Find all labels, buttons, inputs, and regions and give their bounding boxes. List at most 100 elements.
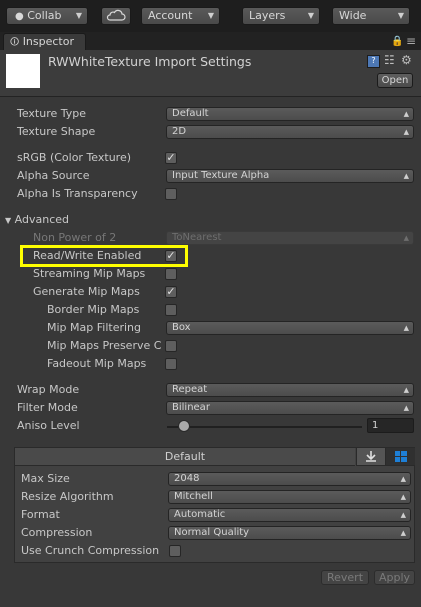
chevron-down-icon: ▼ [397,11,404,20]
tab-default-platform[interactable]: Default [15,448,355,466]
chevron-down-icon: ▼ [207,11,214,20]
updown-arrow-icon: ▲ [403,404,409,412]
advanced-foldout[interactable]: ▼ Advanced [5,213,69,226]
updown-arrow-icon: ▲ [403,324,409,332]
streaming-mip-label: Streaming Mip Maps [33,267,146,280]
page-title: RWWhiteTexture Import Settings [48,54,252,69]
cloud-icon [106,9,126,21]
collab-button[interactable]: ● Collab ▼ [6,7,88,25]
border-mip-label: Border Mip Maps [47,303,140,316]
compression-value: Normal Quality [174,527,250,538]
alpha-source-select[interactable]: Input Texture Alpha ▲ [166,169,414,183]
format-label: Format [21,508,60,521]
checkmark-icon: ✓ [166,285,176,298]
updown-arrow-icon: ▲ [403,110,409,118]
non-power-of-2-label: Non Power of 2 [33,231,117,244]
fadeout-mip-checkbox[interactable] [165,358,177,370]
non-power-of-2-value: ToNearest [172,232,222,243]
texture-shape-label: Texture Shape [17,125,96,138]
read-write-label: Read/Write Enabled [33,249,142,262]
layout-dropdown[interactable]: Wide ▼ [332,7,410,25]
apply-button[interactable]: Apply [374,570,415,585]
srgb-label: sRGB (Color Texture) [17,151,132,164]
chevron-down-icon: ▼ [75,11,82,20]
streaming-mip-checkbox[interactable] [165,268,177,280]
layers-dropdown[interactable]: Layers ▼ [242,7,320,25]
updown-arrow-icon: ▲ [403,234,409,242]
alpha-transparency-label: Alpha Is Transparency [17,187,138,200]
updown-arrow-icon: ▲ [400,475,406,483]
resize-algorithm-select[interactable]: Mitchell ▲ [168,490,411,504]
alpha-source-value: Input Texture Alpha [172,170,270,181]
wrap-mode-value: Repeat [172,384,208,395]
advanced-label: Advanced [14,213,69,226]
aniso-slider-track[interactable] [167,426,362,428]
menu-icon[interactable]: ≡ [406,34,416,48]
mip-filtering-value: Box [172,322,191,333]
texture-type-select[interactable]: Default ▲ [166,107,414,121]
texture-shape-value: 2D [172,126,187,137]
wrap-mode-select[interactable]: Repeat ▲ [166,383,414,397]
tab-standalone-platform[interactable] [356,448,385,466]
collab-label: Collab [27,9,62,22]
texture-type-label: Texture Type [17,107,87,120]
resize-algorithm-value: Mitchell [174,491,213,502]
alpha-source-label: Alpha Source [17,169,90,182]
aniso-level-label: Aniso Level [17,419,80,432]
tab-inspector[interactable]: 🛈 Inspector [3,33,86,50]
checkmark-icon: ✓ [166,151,176,164]
compression-select[interactable]: Normal Quality ▲ [168,526,411,540]
aniso-level-field[interactable]: 1 [367,418,414,433]
cloud-button[interactable] [101,7,131,25]
windows-icon [395,451,407,462]
inspector-icon: 🛈 [10,38,20,48]
crunch-checkbox[interactable] [169,545,181,557]
read-write-checkbox[interactable]: ✓ [165,250,177,262]
mip-filtering-select[interactable]: Box ▲ [166,321,414,335]
help-icon[interactable]: ? [367,55,380,68]
filter-mode-label: Filter Mode [17,401,78,414]
texture-shape-select[interactable]: 2D ▲ [166,125,414,139]
layers-label: Layers [249,9,286,22]
resize-algorithm-label: Resize Algorithm [21,490,114,503]
fadeout-mip-label: Fadeout Mip Maps [47,357,147,370]
chevron-down-icon: ▼ [307,11,314,20]
default-platform-label: Default [164,450,206,463]
updown-arrow-icon: ▲ [400,529,406,537]
tab-windows-platform[interactable] [385,448,415,466]
collab-icon: ● [15,11,24,22]
alpha-transparency-checkbox[interactable] [165,188,177,200]
settings-icon[interactable]: ⚙ [401,53,412,67]
preset-icon[interactable]: ☷ [384,53,395,67]
border-mip-checkbox[interactable] [165,304,177,316]
updown-arrow-icon: ▲ [400,511,406,519]
account-dropdown[interactable]: Account ▼ [141,7,220,25]
revert-button[interactable]: Revert [321,570,369,585]
foldout-arrow-icon: ▼ [5,216,12,225]
generate-mip-checkbox[interactable]: ✓ [165,286,177,298]
max-size-select[interactable]: 2048 ▲ [168,472,411,486]
format-select[interactable]: Automatic ▲ [168,508,411,522]
aniso-slider-thumb[interactable] [178,420,191,432]
non-power-of-2-select: ToNearest ▲ [166,231,414,245]
mip-preserve-label: Mip Maps Preserve C [47,339,162,352]
updown-arrow-icon: ▲ [403,386,409,394]
account-label: Account [148,9,193,22]
updown-arrow-icon: ▲ [403,128,409,136]
mip-preserve-checkbox[interactable] [165,340,177,352]
download-icon [366,451,376,462]
format-value: Automatic [174,509,226,520]
crunch-label: Use Crunch Compression [21,544,160,557]
max-size-value: 2048 [174,473,200,484]
layout-label: Wide [339,9,367,22]
updown-arrow-icon: ▲ [400,493,406,501]
texture-thumbnail [6,54,40,88]
compression-label: Compression [21,526,93,539]
filter-mode-select[interactable]: Bilinear ▲ [166,401,414,415]
srgb-checkbox[interactable]: ✓ [165,152,177,164]
checkmark-icon: ✓ [166,249,176,262]
lock-icon[interactable]: 🔒 [391,36,403,47]
open-button[interactable]: Open [377,73,413,88]
max-size-label: Max Size [21,472,70,485]
wrap-mode-label: Wrap Mode [17,383,80,396]
